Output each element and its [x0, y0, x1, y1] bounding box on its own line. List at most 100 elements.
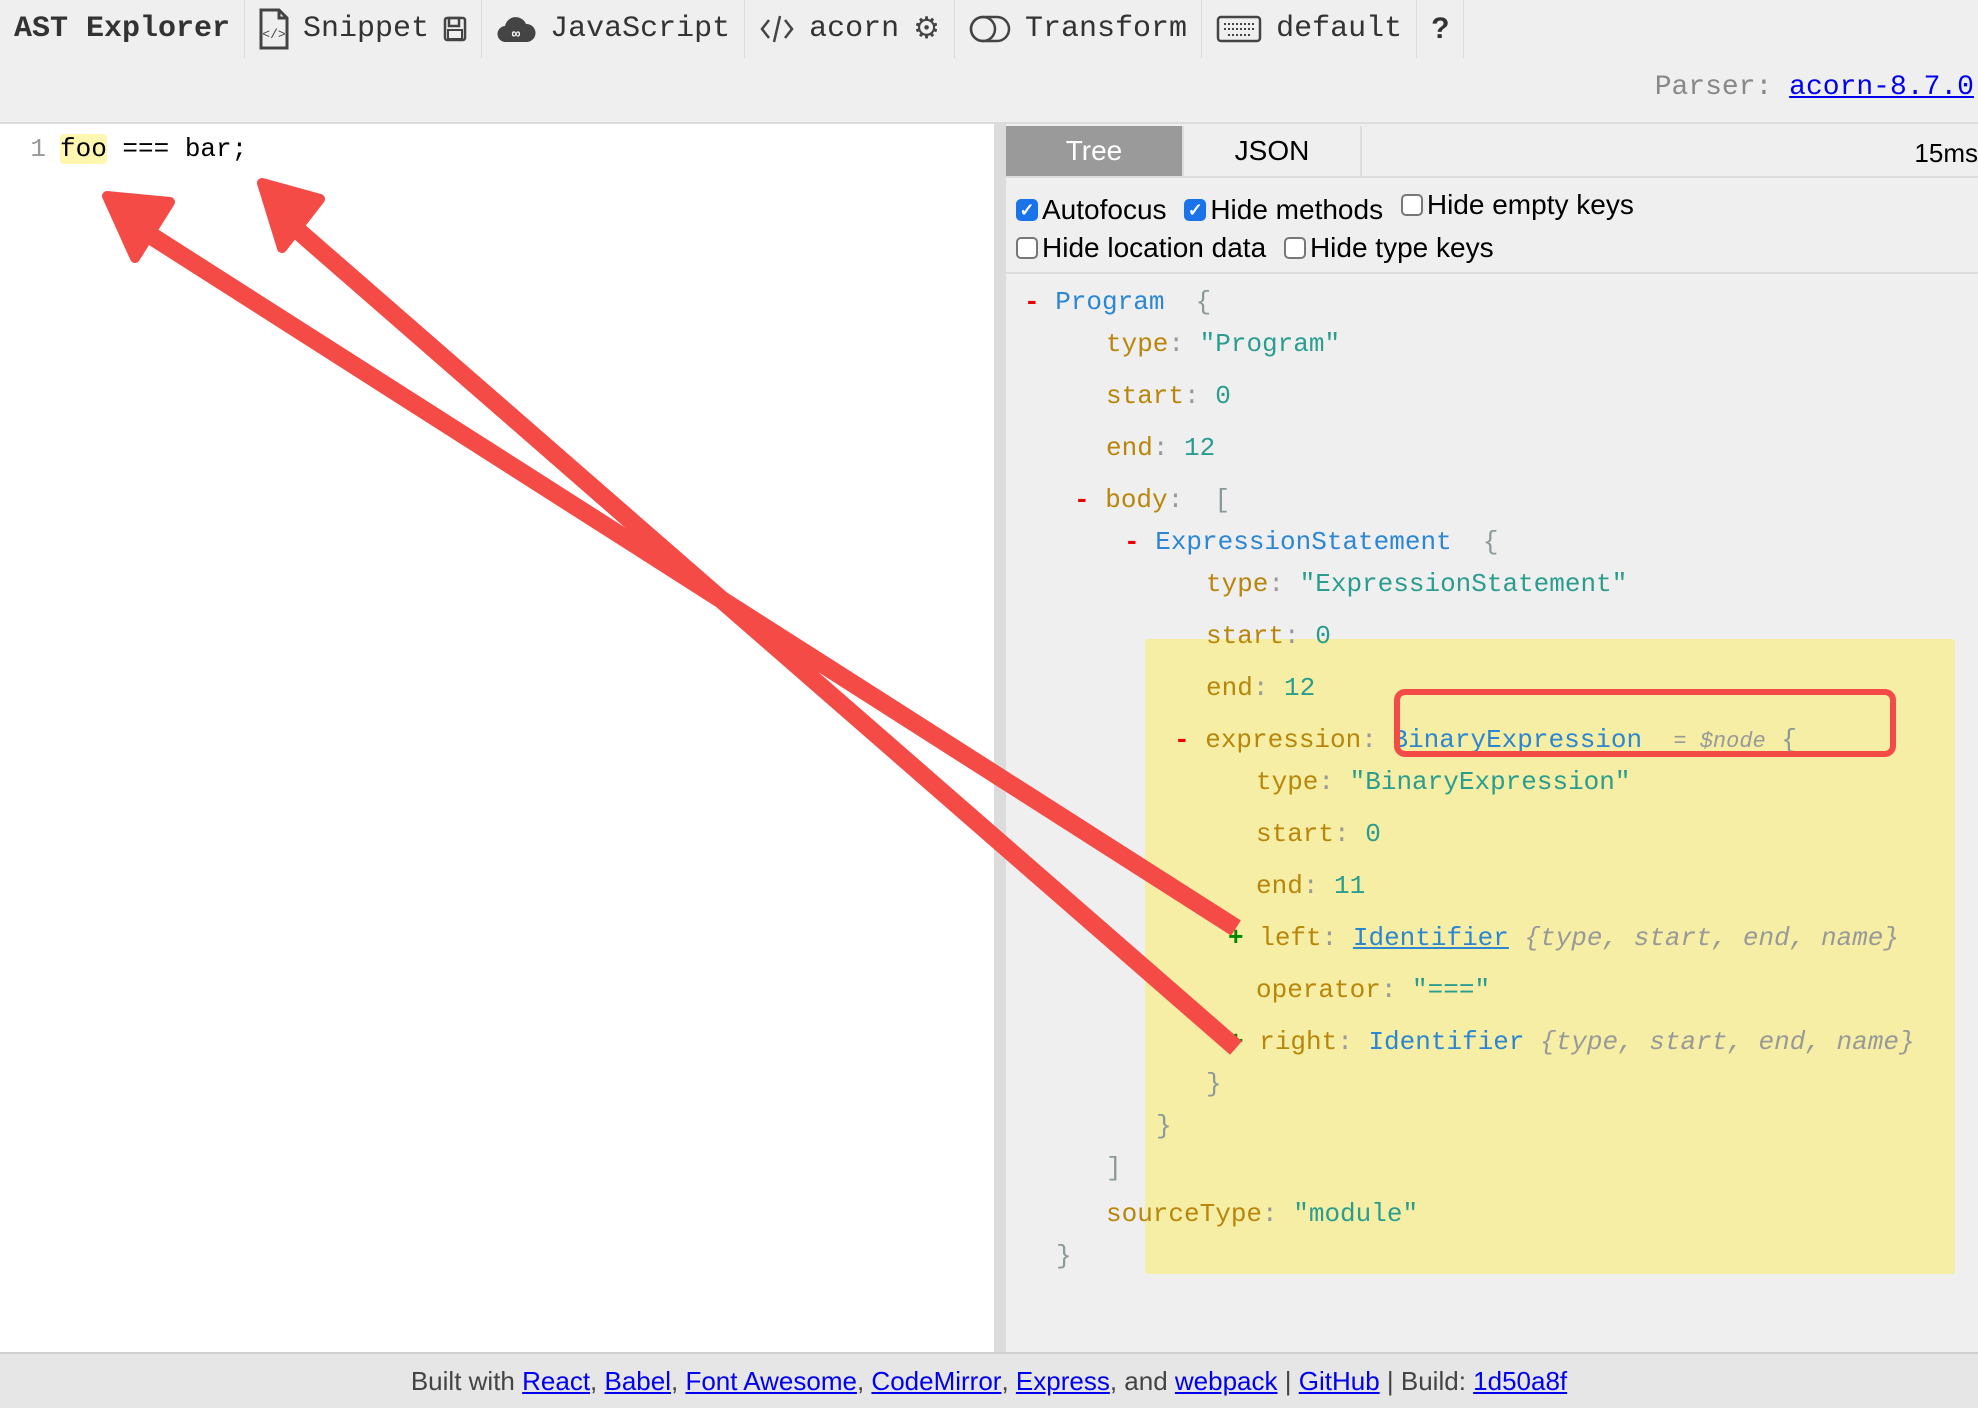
tab-tree[interactable]: Tree	[1006, 126, 1184, 176]
collapse-toggle[interactable]: -	[1174, 725, 1190, 755]
prop-value: 12	[1284, 673, 1316, 703]
collapse-toggle[interactable]: -	[1024, 287, 1040, 317]
option-autofocus[interactable]: ✓ Autofocus	[1016, 191, 1167, 229]
option-hide-location-data[interactable]: Hide location data	[1016, 229, 1266, 267]
brace: {	[1482, 527, 1499, 557]
node-type: ExpressionStatement	[1155, 527, 1452, 557]
tree-options: ✓ Autofocus ✓ Hide methods Hide empty keys…	[1016, 186, 1644, 269]
closing-brace: }	[1206, 1069, 1222, 1099]
footer-prefix: Built with	[410, 1365, 515, 1396]
prop-value: "==="	[1412, 975, 1491, 1005]
link-github[interactable]: GitHub	[1299, 1366, 1380, 1397]
checkbox-icon[interactable]	[1400, 194, 1423, 216]
keyboard-icon	[1216, 15, 1262, 43]
node-type[interactable]: Identifier	[1368, 1027, 1524, 1057]
checkbox-icon[interactable]	[1283, 237, 1306, 259]
prop-key: end	[1106, 433, 1153, 463]
node-type[interactable]: Identifier	[1353, 923, 1509, 953]
tree-prop: sourceType: "module"	[1106, 1199, 1419, 1229]
app-title: AST Explorer	[0, 0, 246, 58]
code-text: === bar;	[106, 134, 248, 164]
transform-label: Transform	[1025, 12, 1188, 46]
option-hide-empty-keys[interactable]: Hide empty keys	[1400, 186, 1634, 224]
tree-node-right[interactable]: + right: Identifier {type, start, end, n…	[1228, 1026, 1915, 1058]
help-button[interactable]: ?	[1417, 0, 1465, 58]
transform-toggle[interactable]: Transform	[955, 0, 1203, 58]
collapse-toggle[interactable]: -	[1074, 485, 1090, 515]
option-label: Hide methods	[1210, 194, 1384, 225]
language-menu[interactable]: ∞ JavaScript	[482, 0, 746, 58]
gear-icon[interactable]: ⚙	[913, 11, 940, 48]
prop-value: 0	[1215, 381, 1231, 411]
parser-info-row: Parser: acorn-8.7.0	[0, 58, 1978, 122]
tree-prop: operator: "==="	[1256, 975, 1491, 1005]
toolbar: AST Explorer </> Snippet ∞ JavaScript ac…	[0, 0, 1978, 58]
parser-info-label: Parser:	[1654, 72, 1773, 103]
link-webpack[interactable]: webpack	[1175, 1366, 1278, 1397]
parser-menu[interactable]: acorn ⚙	[745, 0, 956, 58]
tree-node-program[interactable]: - Program {	[1024, 286, 1211, 318]
closing-bracket: ]	[1106, 1153, 1122, 1183]
prop-key: end	[1256, 871, 1303, 901]
svg-text:∞: ∞	[512, 27, 521, 43]
link-express[interactable]: Express	[1016, 1366, 1110, 1397]
option-label: Hide type keys	[1309, 232, 1494, 263]
prop-value: 11	[1334, 871, 1366, 901]
tree-node-body[interactable]: - body: [	[1074, 484, 1230, 516]
prop-key: start	[1256, 819, 1335, 849]
output-tabs: Tree JSON 15ms	[1006, 126, 1978, 178]
checkbox-checked-icon[interactable]: ✓	[1016, 199, 1038, 221]
expand-toggle[interactable]: +	[1228, 1027, 1244, 1057]
tree-prop: type: "ExpressionStatement"	[1206, 569, 1628, 599]
file-code-icon: </>	[259, 8, 289, 50]
option-label: Hide location data	[1042, 232, 1267, 263]
collapse-toggle[interactable]: -	[1124, 527, 1140, 557]
prop-value: "BinaryExpression"	[1349, 767, 1631, 797]
tree-node-left[interactable]: + left: Identifier {type, start, end, na…	[1228, 922, 1899, 954]
closing-brace: }	[1056, 1241, 1072, 1271]
build-label: | Build:	[1386, 1365, 1466, 1396]
prop-key: sourceType	[1106, 1199, 1263, 1229]
node-summary: {type, start, end, name}	[1540, 1027, 1915, 1057]
tree-prop: start: 0	[1206, 621, 1331, 651]
code-editor[interactable]: 1 foo === bar;	[0, 122, 994, 1354]
parser-version-link[interactable]: acorn-8.7.0	[1789, 72, 1974, 103]
closing-brace: }	[1156, 1111, 1172, 1141]
snippet-menu[interactable]: </> Snippet	[245, 0, 483, 58]
panel-splitter[interactable]	[994, 122, 1006, 1352]
prop-key: end	[1206, 673, 1253, 703]
editor-line[interactable]: 1 foo === bar;	[0, 134, 247, 164]
svg-text:</>: </>	[262, 27, 286, 42]
link-codemirror[interactable]: CodeMirror	[871, 1366, 1001, 1397]
tree-prop: end: 12	[1106, 433, 1216, 463]
option-hide-methods[interactable]: ✓ Hide methods	[1184, 191, 1383, 229]
prop-value: "module"	[1293, 1199, 1419, 1229]
option-label: Autofocus	[1042, 194, 1167, 225]
link-build[interactable]: 1d50a8f	[1473, 1366, 1567, 1397]
tab-json[interactable]: JSON	[1184, 126, 1362, 176]
parser-label: acorn	[809, 12, 900, 46]
tree-prop: end: 12	[1206, 673, 1316, 703]
save-icon[interactable]	[443, 16, 467, 42]
link-react[interactable]: React	[522, 1366, 590, 1397]
tree-prop: type: "Program"	[1106, 329, 1341, 359]
prop-value: 0	[1315, 621, 1331, 651]
prop-value: "ExpressionStatement"	[1299, 569, 1628, 599]
app-title-text: AST Explorer	[14, 12, 231, 46]
checkbox-icon[interactable]	[1016, 237, 1038, 259]
prop-key: type	[1256, 767, 1319, 797]
link-font-awesome[interactable]: Font Awesome	[685, 1366, 857, 1397]
parse-time: 15ms	[1914, 138, 1978, 168]
brace: {	[1781, 725, 1797, 755]
checkbox-checked-icon[interactable]: ✓	[1184, 199, 1207, 221]
toggle-icon	[969, 14, 1011, 44]
expand-toggle[interactable]: +	[1228, 923, 1244, 953]
tree-node-expression-statement[interactable]: - ExpressionStatement {	[1124, 526, 1499, 558]
option-hide-type-keys[interactable]: Hide type keys	[1283, 229, 1494, 267]
node-summary: {type, start, end, name}	[1524, 923, 1899, 953]
tree-prop: start: 0	[1256, 819, 1381, 849]
keymap-menu[interactable]: default	[1202, 0, 1418, 58]
prop-key: type	[1106, 329, 1169, 359]
link-babel[interactable]: Babel	[605, 1366, 672, 1397]
tree-node-binary-expression[interactable]: - expression: BinaryExpression = $node {	[1174, 724, 1797, 756]
